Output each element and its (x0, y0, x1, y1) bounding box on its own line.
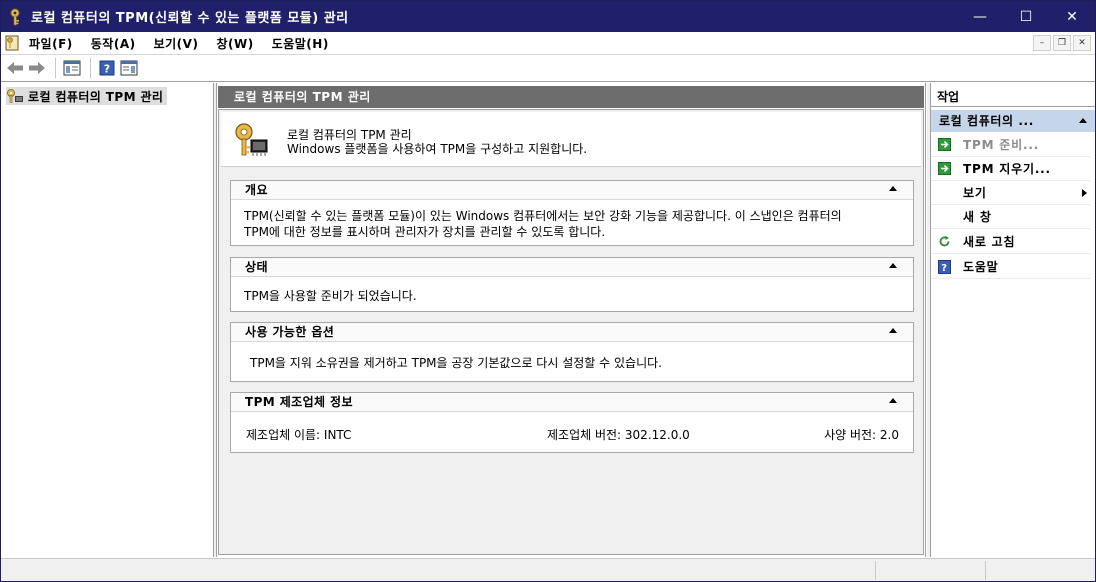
status-text: TPM을 사용할 준비가 되었습니다. (244, 289, 417, 303)
toolbar-separator (55, 58, 56, 78)
status-bar-divider (875, 561, 876, 580)
overview-text-line2: TPM에 대한 정보를 표시하며 관리자가 장치를 관리할 수 있도록 합니다. (244, 225, 606, 239)
overview-text-line1: TPM(신뢰할 수 있는 플랫폼 모듈)이 있는 Windows 컴퓨터에서는 … (244, 209, 842, 223)
action-label: TPM 준비... (963, 138, 1040, 152)
section-status: 상태 TPM을 사용할 준비가 되었습니다. (230, 257, 914, 312)
collapse-icon[interactable] (889, 263, 897, 268)
section-vendor-header[interactable]: TPM 제조업체 정보 (231, 393, 913, 412)
tree-item-tpm-management[interactable]: 로컬 컴퓨터의 TPM 관리 (6, 87, 168, 105)
section-overview-header[interactable]: 개요 (231, 181, 913, 200)
toolbar: ? (1, 54, 1095, 82)
vendor-name: 제조업체 이름: INTC (246, 428, 352, 442)
close-button[interactable]: ✕ (1049, 1, 1095, 32)
tree-item-label: 로컬 컴퓨터의 TPM 관리 (28, 89, 164, 104)
intro-description: Windows 플랫폼을 사용하여 TPM을 구성하고 지원합니다. (287, 142, 588, 156)
window-title: 로컬 컴퓨터의 TPM(신뢰할 수 있는 플랫폼 모듈) 관리 (31, 11, 349, 26)
actions-group-label: 로컬 컴퓨터의 ... (939, 114, 1034, 128)
menu-bar: 파일(F) 동작(A) 보기(V) 창(W) 도움말(H) – ❐ ✕ (1, 32, 1095, 54)
action-label: 보기 (963, 186, 987, 200)
green-arrow-icon (937, 138, 951, 152)
tpm-key-icon (10, 8, 20, 25)
mdi-minimize-button[interactable]: – (1033, 35, 1051, 51)
collapse-icon[interactable] (889, 328, 897, 333)
menu-window[interactable]: 창(W) (216, 35, 253, 52)
spec-version: 사양 버전: 2.0 (824, 428, 899, 442)
help-icon[interactable]: ? (97, 58, 117, 78)
left-pane-splitter[interactable] (214, 83, 217, 557)
action-view[interactable]: 보기 (931, 181, 1091, 205)
maximize-button[interactable]: ☐ (1003, 1, 1049, 32)
menu-file[interactable]: 파일(F) (29, 35, 73, 52)
action-clear-tpm[interactable]: TPM 지우기... (931, 157, 1091, 181)
status-bar (1, 558, 1095, 581)
actions-group-header[interactable]: 로컬 컴퓨터의 ... (931, 110, 1095, 132)
menu-help[interactable]: 도움말(H) (272, 35, 329, 52)
tpm-chip-key-icon (235, 123, 268, 156)
title-bar[interactable]: 로컬 컴퓨터의 TPM(신뢰할 수 있는 플랫폼 모듈) 관리 — ☐ ✕ (1, 1, 1095, 32)
menu-view[interactable]: 보기(V) (154, 35, 199, 52)
section-vendor-info: TPM 제조업체 정보 제조업체 이름: INTC 제조업체 버전: 302.1… (230, 392, 914, 453)
section-status-header[interactable]: 상태 (231, 258, 913, 277)
section-available-options: 사용 가능한 옵션 TPM을 지워 소유권을 제거하고 TPM을 공장 기본값으… (230, 322, 914, 382)
mdi-close-button[interactable]: ✕ (1073, 35, 1091, 51)
action-refresh[interactable]: 새로 고침 (931, 230, 1091, 254)
collapse-icon[interactable] (1079, 118, 1087, 123)
section-options-header[interactable]: 사용 가능한 옵션 (231, 323, 913, 342)
action-new-window[interactable]: 새 창 (931, 205, 1091, 229)
action-label: 새로 고침 (963, 235, 1016, 249)
intro-panel: 로컬 컴퓨터의 TPM 관리 Windows 플랫폼을 사용하여 TPM을 구성… (221, 112, 921, 167)
section-overview-title: 개요 (245, 183, 268, 197)
mmc-window: 로컬 컴퓨터의 TPM(신뢰할 수 있는 플랫폼 모듈) 관리 — ☐ ✕ 파일… (0, 0, 1096, 582)
action-label: 도움말 (963, 260, 999, 274)
forward-arrow-icon[interactable] (27, 58, 47, 78)
show-hide-console-tree-icon[interactable] (62, 58, 82, 78)
tpm-key-icon (7, 89, 23, 103)
action-prepare-tpm[interactable]: TPM 준비... (931, 133, 1091, 157)
menu-action[interactable]: 동작(A) (91, 35, 136, 52)
result-pane: 로컬 컴퓨터의 TPM 관리 로컬 컴퓨터의 TPM 관리 Windows 플랫… (218, 83, 926, 557)
console-tree-pane: 로컬 컴퓨터의 TPM 관리 (2, 83, 214, 557)
status-bar-divider (985, 561, 986, 580)
back-arrow-icon[interactable] (5, 58, 25, 78)
mdi-restore-button[interactable]: ❐ (1053, 35, 1071, 51)
green-arrow-icon (937, 162, 951, 176)
section-overview: 개요 TPM(신뢰할 수 있는 플랫폼 모듈)이 있는 Windows 컴퓨터에… (230, 180, 914, 246)
result-pane-body: 로컬 컴퓨터의 TPM 관리 Windows 플랫폼을 사용하여 TPM을 구성… (218, 109, 924, 555)
action-help[interactable]: ? 도움말 (931, 255, 1091, 279)
help-icon: ? (937, 259, 951, 274)
action-label: 새 창 (963, 210, 992, 224)
result-pane-header: 로컬 컴퓨터의 TPM 관리 (218, 86, 924, 108)
actions-pane: 작업 로컬 컴퓨터의 ... TPM 준비... TPM 지우기... 보기 새… (930, 83, 1095, 557)
refresh-icon (937, 235, 951, 249)
minimize-button[interactable]: — (957, 1, 1003, 32)
action-label: TPM 지우기... (963, 162, 1051, 176)
console-document-icon[interactable] (5, 35, 19, 51)
toolbar-separator (90, 58, 91, 78)
collapse-icon[interactable] (889, 186, 897, 191)
section-options-title: 사용 가능한 옵션 (245, 325, 335, 339)
options-text: TPM을 지워 소유권을 제거하고 TPM을 공장 기본값으로 다시 설정할 수… (250, 356, 662, 370)
section-vendor-title: TPM 제조업체 정보 (245, 395, 353, 409)
svg-text:?: ? (941, 263, 948, 274)
vendor-version: 제조업체 버전: 302.12.0.0 (547, 428, 690, 442)
submenu-arrow-icon (1082, 189, 1087, 197)
collapse-icon[interactable] (889, 398, 897, 403)
section-status-title: 상태 (245, 260, 268, 274)
svg-text:?: ? (104, 63, 110, 76)
show-hide-action-pane-icon[interactable] (119, 58, 139, 78)
actions-title: 작업 (931, 87, 1095, 107)
